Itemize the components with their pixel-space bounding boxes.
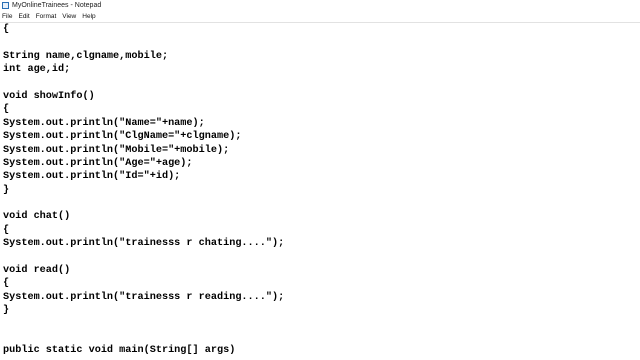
code-line: System.out.println("trainesss r reading.… (3, 291, 285, 303)
code-line: { (3, 224, 10, 236)
text-editor-area[interactable]: { String name,clgname,mobile; int age,id; v… (0, 23, 640, 360)
code-line: System.out.println("Name="+name); (3, 117, 205, 129)
menu-edit[interactable]: Edit (18, 11, 29, 22)
code-line: { (3, 24, 10, 35)
code-line: System.out.println("ClgName="+clgname); (3, 131, 242, 143)
code-line: public static void main(String[] args) (3, 345, 236, 357)
menu-view[interactable]: View (62, 11, 76, 22)
menu-help[interactable]: Help (82, 11, 95, 22)
code-line: void showInfo() (3, 90, 95, 102)
notepad-app-icon (2, 2, 9, 9)
menu-bar: File Edit Format View Help (0, 11, 640, 23)
code-line: void chat() (3, 211, 71, 223)
code-line: { (3, 104, 10, 116)
menu-file[interactable]: File (2, 11, 12, 22)
code-line: System.out.println("Id="+id); (3, 171, 181, 183)
code-line: int age,id; (3, 64, 71, 76)
notepad-window: MyOnlineTrainees - Notepad File Edit For… (0, 0, 640, 360)
code-line: void read() (3, 265, 71, 277)
window-title: MyOnlineTrainees - Notepad (12, 2, 102, 9)
code-line: System.out.println("Mobile="+mobile); (3, 144, 230, 156)
code-line: System.out.println("Age="+age); (3, 157, 193, 169)
code-text: { String name,clgname,mobile; int age,id; v… (0, 23, 640, 358)
code-line: } (3, 305, 10, 317)
code-line: } (3, 184, 10, 196)
title-bar: MyOnlineTrainees - Notepad (0, 0, 640, 11)
code-line: String name,clgname,mobile; (3, 50, 169, 62)
code-line: { (3, 278, 10, 290)
menu-format[interactable]: Format (36, 11, 57, 22)
code-line: System.out.println("trainesss r chating.… (3, 238, 285, 250)
